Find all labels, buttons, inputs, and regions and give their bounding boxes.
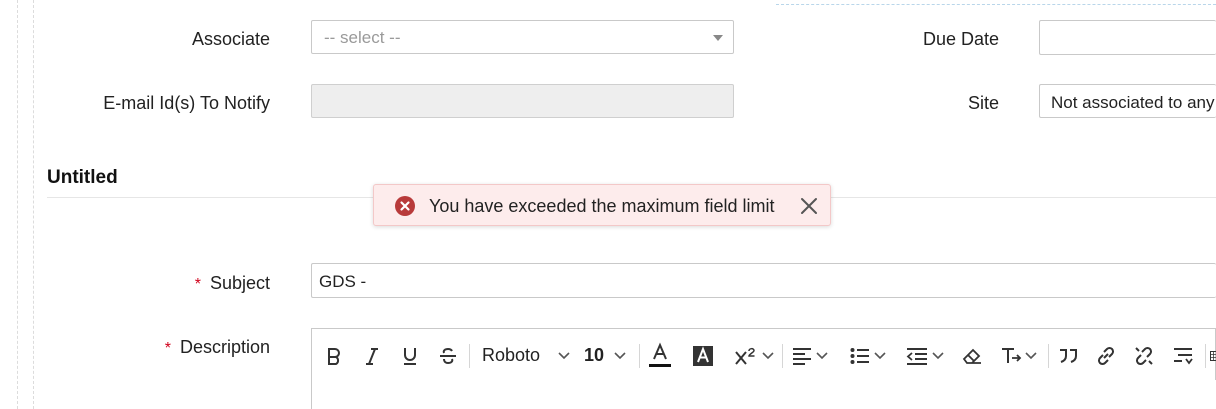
- toolbar-separator: [639, 344, 640, 368]
- section-title: Untitled: [47, 167, 118, 188]
- strikethrough-button[interactable]: [434, 329, 462, 382]
- required-marker: *: [164, 340, 171, 357]
- background-color-icon: [693, 345, 713, 366]
- toolbar-separator: [469, 344, 470, 368]
- bold-button[interactable]: [320, 329, 348, 382]
- chevron-down-icon: [713, 35, 723, 41]
- remove-link-button[interactable]: [1130, 329, 1158, 382]
- superscript-button[interactable]: [728, 329, 778, 382]
- chevron-down-icon: [558, 351, 570, 360]
- italic-button[interactable]: [358, 329, 386, 382]
- page-guide-line: [17, 0, 18, 409]
- associate-label: Associate: [191, 29, 270, 49]
- italic-icon: [366, 347, 378, 365]
- site-field[interactable]: Not associated to any: [1039, 84, 1216, 118]
- underline-icon: [404, 347, 416, 365]
- bold-icon: [328, 347, 340, 365]
- error-icon: [395, 196, 415, 216]
- toast-message: You have exceeded the maximum field limi…: [429, 196, 775, 216]
- line-spacing-icon: [1174, 347, 1193, 364]
- font-size-dropdown[interactable]: 10: [580, 329, 635, 382]
- link-icon: [1097, 346, 1115, 365]
- outdent-icon: [906, 347, 927, 365]
- toolbar-separator: [1048, 344, 1049, 368]
- subject-label-text: Subject: [209, 273, 270, 293]
- strikethrough-icon: [440, 347, 456, 364]
- align-left-icon: [793, 347, 811, 365]
- background-color-button[interactable]: [688, 329, 718, 382]
- text-direction-icon: [1001, 347, 1021, 363]
- indent-dropdown[interactable]: [903, 329, 947, 382]
- quote-icon: [1060, 348, 1077, 363]
- error-toast: You have exceeded the maximum field limi…: [373, 184, 831, 226]
- site-label: Site: [967, 93, 999, 113]
- due-date-field[interactable]: [1039, 20, 1216, 55]
- clear-format-button[interactable]: [958, 329, 986, 382]
- close-icon[interactable]: [799, 196, 819, 216]
- email-notify-label: E-mail Id(s) To Notify: [103, 93, 270, 113]
- toolbar-separator: [782, 344, 783, 368]
- font-family-dropdown[interactable]: Roboto: [477, 329, 572, 382]
- line-height-button[interactable]: [1169, 329, 1197, 382]
- required-marker: *: [194, 276, 201, 293]
- font-size-value: 10: [584, 345, 605, 365]
- underline-button[interactable]: [396, 329, 424, 382]
- associate-select[interactable]: -- select --: [311, 20, 734, 54]
- insert-link-button[interactable]: [1092, 329, 1120, 382]
- chevron-down-icon: [932, 351, 944, 360]
- text-direction-dropdown[interactable]: [995, 329, 1041, 382]
- list-dropdown[interactable]: [846, 329, 890, 382]
- site-value: Not associated to any: [1051, 93, 1215, 112]
- associate-select-value: -- select --: [324, 28, 401, 47]
- superscript-icon: [734, 347, 755, 365]
- bulleted-list-icon: [850, 347, 869, 364]
- section-guide-line: [776, 4, 1216, 5]
- toolbar-separator: [1205, 344, 1206, 368]
- chevron-down-icon: [761, 351, 774, 360]
- editor-toolbar: Roboto 10: [311, 328, 1216, 381]
- due-date-label: Due Date: [922, 29, 999, 49]
- text-color-button[interactable]: [645, 329, 675, 382]
- subject-input[interactable]: GDS -: [311, 263, 1216, 298]
- align-dropdown[interactable]: [788, 329, 832, 382]
- chevron-down-icon: [614, 351, 626, 360]
- description-editor[interactable]: [311, 380, 1216, 409]
- text-color-icon: [649, 341, 671, 367]
- chevron-down-icon: [1024, 351, 1037, 360]
- description-label: * Description: [165, 337, 270, 358]
- font-family-value: Roboto: [482, 345, 541, 365]
- table-icon: [1210, 350, 1216, 361]
- chevron-down-icon: [874, 351, 886, 360]
- blockquote-button[interactable]: [1054, 329, 1082, 382]
- chevron-down-icon: [816, 351, 828, 360]
- unlink-icon: [1135, 346, 1153, 365]
- subject-value: GDS -: [319, 272, 367, 291]
- table-button[interactable]: [1210, 329, 1216, 382]
- eraser-icon: [962, 348, 981, 364]
- email-notify-field[interactable]: [311, 84, 734, 118]
- page-guide-line: [33, 0, 34, 409]
- subject-label: * Subject: [195, 273, 270, 294]
- description-label-text: Description: [179, 337, 270, 357]
